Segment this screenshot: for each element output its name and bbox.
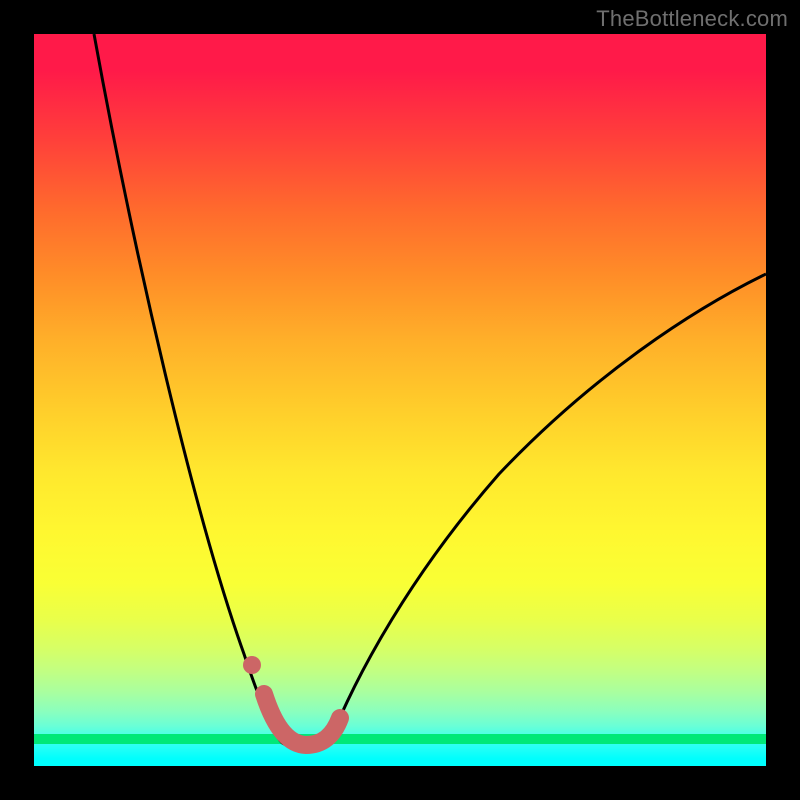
- left-curve: [94, 34, 284, 744]
- left-dot-icon: [243, 656, 261, 674]
- curve-overlay: [34, 34, 766, 766]
- bottom-highlight: [264, 694, 340, 745]
- right-curve: [329, 274, 766, 744]
- watermark-text: TheBottleneck.com: [596, 6, 788, 32]
- chart-frame: TheBottleneck.com: [0, 0, 800, 800]
- plot-area: [34, 34, 766, 766]
